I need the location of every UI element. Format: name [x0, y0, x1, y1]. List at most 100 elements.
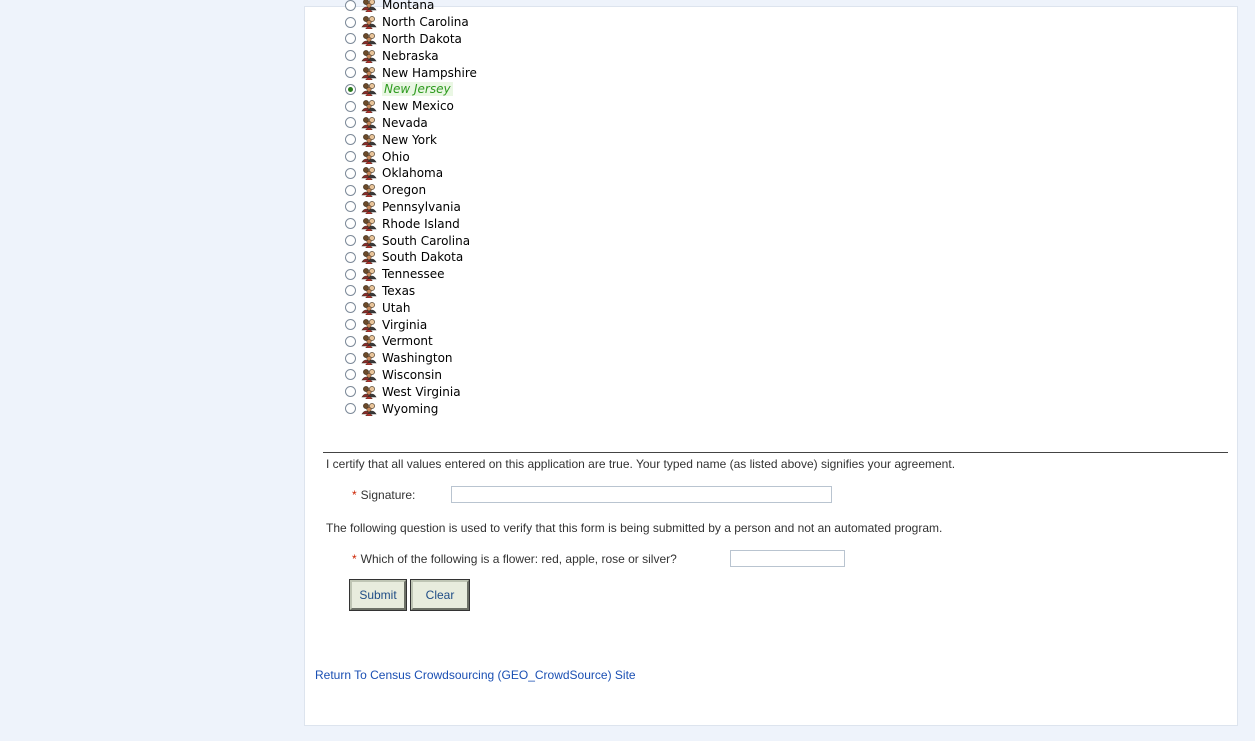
- state-radio-button[interactable]: [345, 201, 356, 213]
- divider: [323, 452, 1228, 453]
- state-radio-button[interactable]: [345, 302, 356, 314]
- state-label[interactable]: Nevada: [382, 116, 428, 130]
- state-option[interactable]: North Carolina: [345, 14, 477, 31]
- state-label[interactable]: Montana: [382, 0, 434, 12]
- state-label[interactable]: Nebraska: [382, 49, 439, 63]
- return-to-site-link[interactable]: Return To Census Crowdsourcing (GEO_Crow…: [315, 668, 636, 682]
- state-option[interactable]: Oklahoma: [345, 165, 477, 182]
- state-option[interactable]: South Dakota: [345, 249, 477, 266]
- state-label[interactable]: Oklahoma: [382, 166, 443, 180]
- certification-text: I certify that all values entered on thi…: [326, 457, 956, 471]
- state-radio-button[interactable]: [345, 50, 356, 62]
- state-option[interactable]: Montana: [345, 0, 477, 14]
- state-option[interactable]: New Jersey: [345, 81, 477, 98]
- state-option[interactable]: Tennessee: [345, 266, 477, 283]
- state-label[interactable]: Ohio: [382, 150, 410, 164]
- flower-answer-input[interactable]: [730, 550, 845, 567]
- people-group-icon: [361, 183, 377, 198]
- state-label[interactable]: New Mexico: [382, 99, 454, 113]
- state-radio-button[interactable]: [345, 151, 356, 163]
- signature-input[interactable]: [451, 486, 832, 503]
- state-label[interactable]: New Hampshire: [382, 66, 477, 80]
- state-radio-button[interactable]: [345, 352, 356, 364]
- state-option[interactable]: Wyoming: [345, 400, 477, 417]
- state-label[interactable]: North Carolina: [382, 15, 469, 29]
- state-label[interactable]: Pennsylvania: [382, 200, 461, 214]
- state-option[interactable]: Washington: [345, 350, 477, 367]
- state-label[interactable]: Vermont: [382, 334, 433, 348]
- people-group-icon: [361, 351, 377, 366]
- state-radio-button[interactable]: [345, 184, 356, 196]
- state-radio-button[interactable]: [345, 235, 356, 247]
- state-option[interactable]: South Carolina: [345, 232, 477, 249]
- state-option[interactable]: Texas: [345, 283, 477, 300]
- people-group-icon: [361, 32, 377, 47]
- state-radio-button[interactable]: [345, 268, 356, 280]
- state-radio-button[interactable]: [345, 134, 356, 146]
- state-label[interactable]: Tennessee: [382, 267, 445, 281]
- state-radio-button[interactable]: [345, 218, 356, 230]
- state-label[interactable]: West Virginia: [382, 385, 461, 399]
- state-label[interactable]: Wisconsin: [382, 368, 442, 382]
- state-radio-button[interactable]: [345, 167, 356, 179]
- people-group-icon: [361, 166, 377, 181]
- state-option[interactable]: Virginia: [345, 316, 477, 333]
- signature-label-text: Signature:: [360, 488, 416, 502]
- state-label[interactable]: Rhode Island: [382, 217, 460, 231]
- flower-question-text: Which of the following is a flower: red,…: [360, 552, 677, 566]
- people-group-icon: [361, 334, 377, 349]
- state-option[interactable]: Nebraska: [345, 47, 477, 64]
- state-label[interactable]: South Carolina: [382, 234, 470, 248]
- state-radio-button[interactable]: [345, 319, 356, 331]
- state-label[interactable]: Utah: [382, 301, 410, 315]
- state-radio-button[interactable]: [345, 386, 356, 398]
- state-label[interactable]: Wyoming: [382, 402, 438, 416]
- state-label[interactable]: New Jersey: [382, 82, 453, 97]
- state-radio-button[interactable]: [345, 0, 356, 11]
- state-label[interactable]: New York: [382, 133, 437, 147]
- clear-button[interactable]: Clear: [411, 580, 469, 610]
- state-option[interactable]: Oregon: [345, 182, 477, 199]
- state-radio-button[interactable]: [345, 83, 356, 95]
- state-option[interactable]: Utah: [345, 299, 477, 316]
- state-option[interactable]: Rhode Island: [345, 215, 477, 232]
- state-option[interactable]: Ohio: [345, 148, 477, 165]
- state-label[interactable]: Oregon: [382, 183, 426, 197]
- state-label[interactable]: Texas: [382, 284, 415, 298]
- state-option[interactable]: Wisconsin: [345, 367, 477, 384]
- state-radio-button[interactable]: [345, 100, 356, 112]
- people-group-icon: [361, 267, 377, 282]
- people-group-icon: [361, 49, 377, 64]
- state-radio-button[interactable]: [345, 33, 356, 45]
- state-radio-button[interactable]: [345, 335, 356, 347]
- people-group-icon: [361, 250, 377, 265]
- submit-button[interactable]: Submit: [350, 580, 406, 610]
- state-option[interactable]: New York: [345, 131, 477, 148]
- flower-question-label: * Which of the following is a flower: red…: [352, 552, 677, 566]
- state-radio-button[interactable]: [345, 285, 356, 297]
- state-radio-button[interactable]: [345, 16, 356, 28]
- required-marker: *: [352, 488, 357, 502]
- state-label[interactable]: Washington: [382, 351, 453, 365]
- state-option[interactable]: Pennsylvania: [345, 199, 477, 216]
- state-option[interactable]: New Hampshire: [345, 64, 477, 81]
- state-radio-button[interactable]: [345, 251, 356, 263]
- state-option[interactable]: North Dakota: [345, 31, 477, 48]
- state-label[interactable]: Virginia: [382, 318, 427, 332]
- people-group-icon: [361, 66, 377, 80]
- state-radio-button[interactable]: [345, 67, 356, 79]
- people-group-icon: [361, 234, 377, 248]
- people-group-icon: [361, 368, 377, 383]
- state-option[interactable]: Nevada: [345, 115, 477, 132]
- state-radio-button[interactable]: [345, 369, 356, 381]
- state-option[interactable]: New Mexico: [345, 98, 477, 115]
- people-group-icon: [361, 200, 377, 215]
- state-option[interactable]: Vermont: [345, 333, 477, 350]
- state-label[interactable]: North Dakota: [382, 32, 462, 46]
- people-group-icon: [361, 133, 377, 148]
- state-radio-button[interactable]: [345, 403, 356, 415]
- people-group-icon: [361, 99, 377, 114]
- state-option[interactable]: West Virginia: [345, 383, 477, 400]
- state-radio-button[interactable]: [345, 117, 356, 129]
- state-label[interactable]: South Dakota: [382, 250, 463, 264]
